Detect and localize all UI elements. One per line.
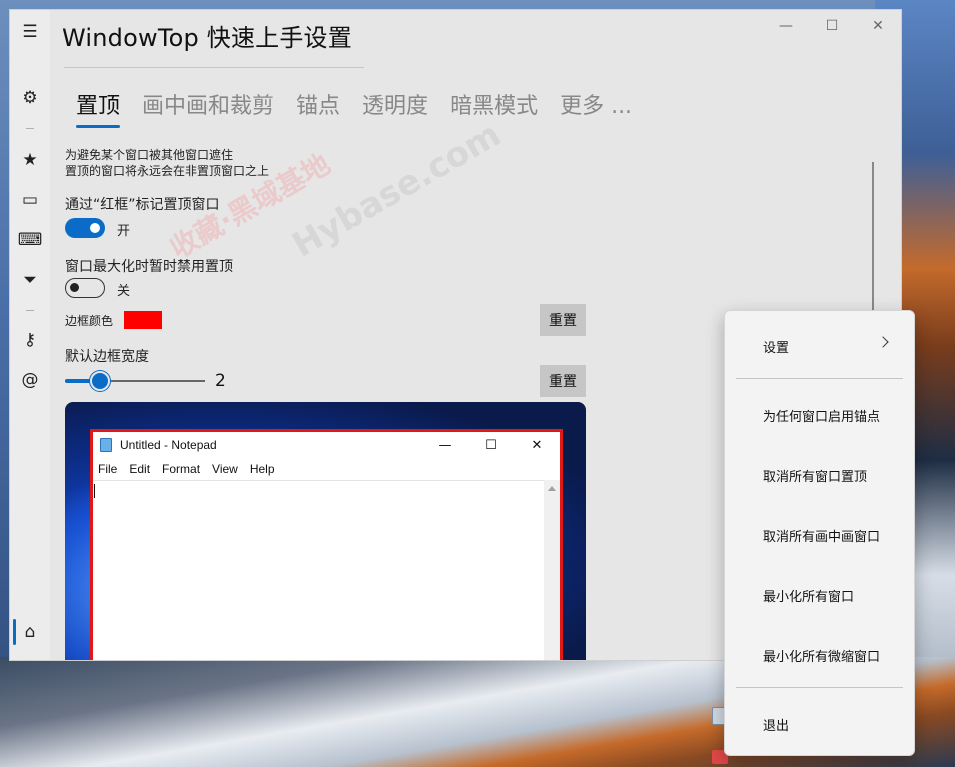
notepad-title: Untitled - Notepad bbox=[120, 438, 217, 452]
notepad-minimize-icon: — bbox=[438, 437, 452, 453]
gear-icon[interactable]: ⚙ bbox=[10, 85, 50, 111]
text-caret bbox=[94, 484, 95, 498]
menu-item-cancel-pip[interactable]: 取消所有画中画窗口 bbox=[763, 526, 880, 545]
notepad-menubar: File Edit Format View Help bbox=[93, 462, 282, 476]
notepad-titlebar: Untitled - Notepad — ☐ ✕ bbox=[93, 432, 560, 458]
tab-pin-on-top[interactable]: 置顶 bbox=[76, 88, 121, 128]
sidebar: ☰ ⚙ ★ ▭ ⌨ ⏷ ⚷ @ ⌂ bbox=[10, 10, 50, 660]
menu-item-exit[interactable]: 退出 bbox=[763, 715, 789, 734]
menu-separator bbox=[736, 687, 903, 688]
toggle-knob bbox=[70, 283, 79, 292]
toggle-knob bbox=[90, 223, 100, 233]
tab-anchor[interactable]: 锚点 bbox=[296, 88, 340, 120]
menu-icon[interactable]: ☰ bbox=[10, 19, 50, 45]
filter-icon[interactable]: ⏷ bbox=[10, 267, 50, 293]
preview-image: Untitled - Notepad — ☐ ✕ File Edit Forma… bbox=[65, 402, 586, 660]
red-border-state: 开 bbox=[117, 224, 131, 239]
notepad-menu-view: View bbox=[212, 462, 238, 476]
notepad-icon bbox=[100, 438, 112, 452]
notepad-preview-window: Untitled - Notepad — ☐ ✕ File Edit Forma… bbox=[90, 429, 563, 660]
scroll-up-icon bbox=[548, 486, 556, 491]
sidebar-divider bbox=[26, 128, 34, 129]
tab-dark-mode[interactable]: 暗黑模式 bbox=[450, 88, 538, 120]
tab-opacity[interactable]: 透明度 bbox=[362, 88, 428, 120]
notepad-window-controls: — ☐ ✕ bbox=[422, 432, 560, 458]
keyboard-icon[interactable]: ⌨ bbox=[10, 227, 50, 253]
notepad-menu-help: Help bbox=[249, 462, 275, 476]
menu-item-minimize-thumbnails[interactable]: 最小化所有微缩窗口 bbox=[763, 646, 880, 665]
at-icon[interactable]: @ bbox=[10, 367, 50, 393]
menu-item-enable-anchor[interactable]: 为任何窗口启用锚点 bbox=[763, 406, 880, 425]
notepad-menu-format: Format bbox=[162, 462, 201, 476]
menu-item-minimize-all[interactable]: 最小化所有窗口 bbox=[763, 586, 854, 605]
home-icon[interactable]: ⌂ bbox=[10, 619, 50, 645]
border-color-label: 边框颜色 bbox=[65, 314, 114, 328]
notepad-menu-edit: Edit bbox=[129, 462, 151, 476]
notepad-maximize-icon: ☐ bbox=[485, 437, 497, 453]
chevron-right-icon bbox=[877, 336, 889, 348]
window-controls: — ☐ ✕ bbox=[763, 10, 901, 42]
title-divider bbox=[64, 67, 364, 68]
border-width-value: 2 bbox=[215, 371, 226, 391]
tray-context-menu: 设置 为任何窗口启用锚点 取消所有窗口置顶 取消所有画中画窗口 最小化所有窗口 … bbox=[724, 310, 915, 756]
minimize-button[interactable]: — bbox=[763, 10, 809, 42]
content-scrollbar[interactable] bbox=[872, 162, 874, 332]
sidebar-divider bbox=[26, 310, 34, 311]
menu-separator bbox=[736, 378, 903, 379]
tab-pip-crop[interactable]: 画中画和裁剪 bbox=[142, 88, 274, 120]
notepad-menu-file: File bbox=[98, 462, 118, 476]
menu-item-unpin-all[interactable]: 取消所有窗口置顶 bbox=[763, 466, 867, 485]
notepad-text-area bbox=[93, 480, 546, 660]
menu-item-settings[interactable]: 设置 bbox=[763, 337, 789, 356]
border-width-label: 默认边框宽度 bbox=[65, 349, 149, 365]
maximize-disable-toggle[interactable] bbox=[65, 278, 105, 298]
tab-bar: 置顶 画中画和裁剪 锚点 透明度 暗黑模式 更多 ... bbox=[76, 88, 654, 128]
border-width-slider-thumb[interactable] bbox=[90, 371, 110, 391]
maximize-disable-label: 窗口最大化时暂时禁用置顶 bbox=[65, 259, 233, 275]
red-border-toggle[interactable] bbox=[65, 218, 105, 238]
key-icon[interactable]: ⚷ bbox=[10, 327, 50, 353]
window-icon[interactable]: ▭ bbox=[10, 187, 50, 213]
star-icon[interactable]: ★ bbox=[10, 147, 50, 173]
notepad-close-icon: ✕ bbox=[531, 437, 543, 453]
pin-description: 为避免某个窗口被其他窗口遮住 置顶的窗口将永远会在非置顶窗口之上 bbox=[65, 147, 269, 179]
pin-description-line-1: 为避免某个窗口被其他窗口遮住 bbox=[65, 148, 234, 162]
border-color-swatch[interactable] bbox=[124, 311, 162, 329]
notepad-scrollbar bbox=[544, 480, 560, 660]
maximize-button[interactable]: ☐ bbox=[809, 10, 855, 42]
reset-color-button[interactable]: 重置 bbox=[540, 304, 586, 336]
page-title: WindowTop 快速上手设置 bbox=[62, 24, 352, 52]
watermark: Hybase.com bbox=[285, 114, 508, 266]
maximize-disable-state: 关 bbox=[117, 284, 131, 299]
close-button[interactable]: ✕ bbox=[855, 10, 901, 42]
tab-more[interactable]: 更多 ... bbox=[560, 88, 632, 120]
pin-description-line-2: 置顶的窗口将永远会在非置顶窗口之上 bbox=[65, 164, 270, 178]
reset-width-button[interactable]: 重置 bbox=[540, 365, 586, 397]
